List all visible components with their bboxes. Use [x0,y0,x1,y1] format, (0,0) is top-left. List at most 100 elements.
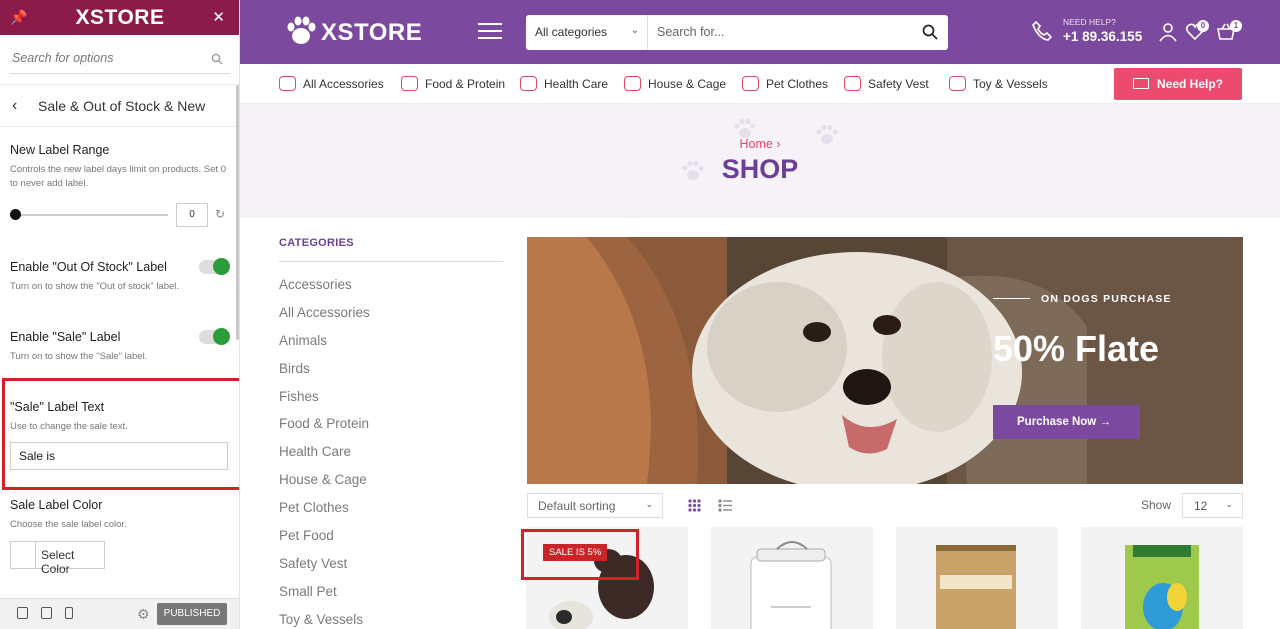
category-item[interactable]: Pet Food [279,528,370,556]
new-label-range-slider[interactable] [15,214,168,216]
slider-handle[interactable] [10,209,21,220]
section-back-bar[interactable]: ‹ Sale & Out of Stock & New [0,85,239,127]
nav-item-toy-vessels[interactable]: Toy & Vessels [949,76,1048,91]
promo-subtitle: ON DOGS PURCHASE [993,293,1172,305]
list-view-icon[interactable] [718,499,732,512]
category-item[interactable]: Animals [279,333,370,361]
site-logo[interactable]: XSTORE [285,14,422,48]
chevron-down-icon: ⌄ [645,499,653,509]
category-item[interactable]: Food & Protein [279,416,370,444]
sale-label-desc: Turn on to show the "Sale" label. [10,351,148,362]
promo-banner[interactable]: ON DOGS PURCHASE 50% Flate Purchase Now … [527,237,1243,484]
customizer-panel: 📌 XSTORE ✕ Search for options ‹ Sale & O… [0,0,240,629]
nav-item-all-accessories[interactable]: All Accessories [279,76,384,91]
sorting-value: Default sorting [538,499,616,513]
desktop-preview-icon[interactable] [17,607,28,619]
shop-banner: Home › SHOP [240,104,1280,218]
color-swatch [11,542,36,568]
envelope-icon [1132,78,1149,89]
section-title: Sale & Out of Stock & New [38,98,206,114]
accessories-icon [279,76,296,91]
need-help-label: NEED HELP? [1063,17,1116,27]
grid-view-icon[interactable] [688,499,701,512]
vest-icon [844,76,861,91]
category-nav: All Accessories Food & Protein Health Ca… [240,64,1280,104]
site-search: All categories ⌄ Search for... [526,15,948,50]
option-search-input[interactable]: Search for options [12,51,113,65]
promo-dash [993,297,1030,299]
nav-item-house-cage[interactable]: House & Cage [624,76,726,91]
help-phone-number[interactable]: +1 89.36.155 [1063,29,1142,44]
new-label-range-title: New Label Range [10,143,110,157]
category-item[interactable]: Toy & Vessels [279,612,370,629]
close-icon[interactable]: ✕ [212,8,225,26]
product-image [936,545,1016,629]
breadcrumb-home[interactable]: Home [740,137,773,151]
product-card[interactable] [896,527,1058,629]
arrow-right-icon: → [1099,416,1111,428]
site-header: XSTORE All categories ⌄ Search for... NE… [240,0,1280,64]
customizer-header: 📌 XSTORE ✕ [0,0,239,35]
toggle-knob [213,258,230,275]
category-item[interactable]: Health Care [279,444,370,472]
mobile-preview-icon[interactable] [65,607,73,619]
categories-title: CATEGORIES [279,237,354,249]
promo-headline: 50% Flate [993,328,1160,369]
product-card[interactable] [711,527,873,629]
out-of-stock-toggle[interactable] [199,258,230,275]
wishlist-count-badge: 0 [1197,20,1209,32]
customizer-logo: XSTORE [75,6,165,29]
toggle-knob [213,328,230,345]
search-underline [10,73,230,74]
tablet-preview-icon[interactable] [41,607,52,619]
highlight-box-sale-text [2,378,239,490]
purchase-now-button[interactable]: Purchase Now → [993,405,1140,439]
new-label-range-input[interactable]: 0 [176,203,208,227]
page-title: SHOP [721,154,799,184]
phone-icon [1032,20,1053,41]
house-icon [624,76,641,91]
search-icon[interactable] [211,53,223,65]
category-item[interactable]: Small Pet [279,584,370,612]
sorting-select[interactable]: Default sorting ⌄ [527,493,663,518]
customizer-footer: ⚙ PUBLISHED [0,598,239,629]
highlight-box-sale-badge [521,529,639,580]
categories-divider [279,261,503,262]
show-label: Show [1141,498,1172,512]
reset-icon[interactable]: ↻ [215,207,225,221]
per-page-select[interactable]: 12 ⌄ [1182,493,1243,518]
account-icon[interactable] [1158,22,1178,42]
category-select-value: All categories [535,25,608,39]
product-image [1125,545,1199,629]
product-card[interactable] [1081,527,1243,629]
select-color-button[interactable]: Select Color [10,541,105,576]
promo-text: ON DOGS PURCHASE 50% Flate [993,293,1172,370]
cart-count-badge: 1 [1230,20,1242,32]
chevron-left-icon[interactable]: ‹ [12,97,17,115]
panel-scrollbar[interactable] [236,85,239,340]
nav-item-health-care[interactable]: Health Care [520,76,608,91]
category-item[interactable]: Fishes [279,389,370,417]
category-item[interactable]: Safety Vest [279,556,370,584]
paw-logo-icon [287,16,316,44]
sale-label-toggle[interactable] [199,328,230,345]
search-icon[interactable] [922,24,938,40]
category-item[interactable]: All Accessories [279,305,370,333]
gear-icon[interactable]: ⚙ [137,606,150,623]
need-help-button[interactable]: Need Help? [1114,68,1242,100]
nav-item-food-protein[interactable]: Food & Protein [401,76,505,91]
out-of-stock-desc: Turn on to show the "Out of stock" label… [10,281,180,292]
category-select[interactable]: All categories ⌄ [526,15,648,50]
category-item[interactable]: House & Cage [279,472,370,500]
chevron-down-icon: ⌄ [630,25,639,36]
nav-item-pet-clothes[interactable]: Pet Clothes [742,76,828,91]
nav-item-safety-vest[interactable]: Safety Vest [844,76,929,91]
published-button[interactable]: PUBLISHED [157,603,227,625]
site-search-input[interactable]: Search for... [657,25,724,39]
category-item[interactable]: Pet Clothes [279,500,370,528]
per-page-value: 12 [1194,499,1208,513]
category-item[interactable]: Birds [279,361,370,389]
food-bowl-icon [401,76,418,91]
category-item[interactable]: Accessories [279,277,370,305]
menu-icon[interactable] [478,23,502,41]
